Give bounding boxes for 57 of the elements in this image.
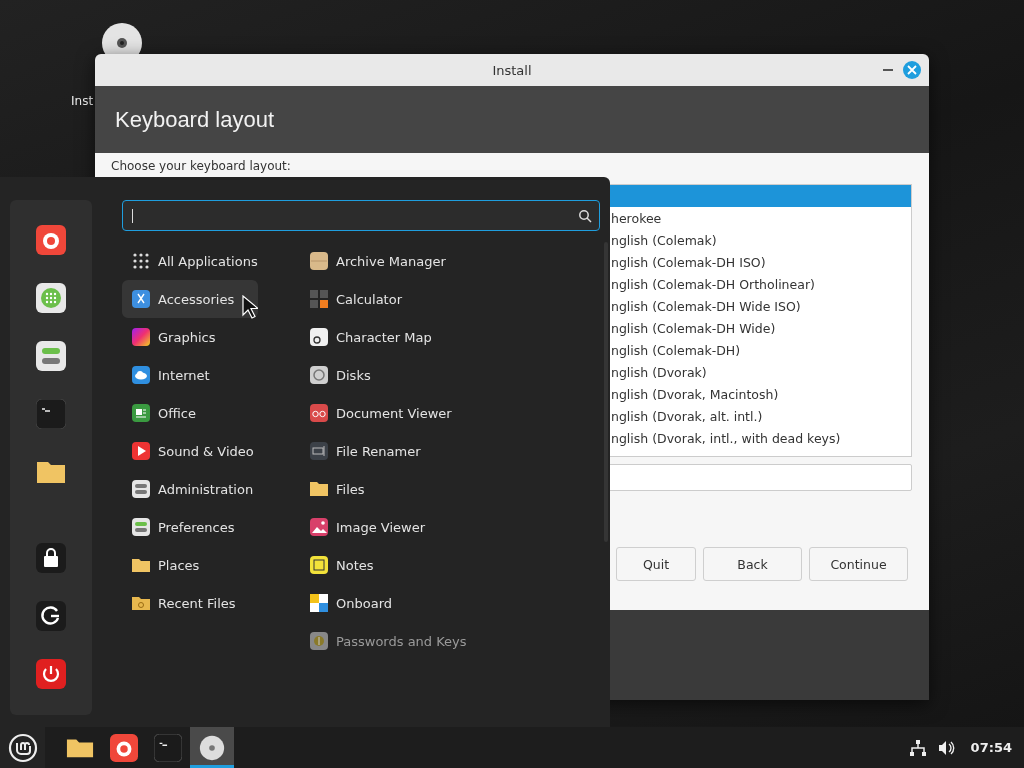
app-item[interactable]: Files xyxy=(300,470,580,508)
restart-icon[interactable] xyxy=(36,601,66,631)
app-item[interactable]: Notes xyxy=(300,546,580,584)
network-icon xyxy=(908,738,927,757)
image-icon xyxy=(309,517,329,537)
app-item[interactable]: Passwords and Keys xyxy=(300,622,580,660)
calculator-icon xyxy=(309,289,329,309)
dialog-button[interactable]: Quit xyxy=(616,547,696,581)
prompt-text: Choose your keyboard layout: xyxy=(111,159,291,173)
close-icon xyxy=(907,65,917,75)
page-heading: Keyboard layout xyxy=(115,106,274,133)
power-icon[interactable] xyxy=(36,659,66,689)
app-item[interactable]: File Renamer xyxy=(300,432,580,470)
lock-icon[interactable] xyxy=(36,543,66,573)
app-item[interactable]: Disks xyxy=(300,356,580,394)
category-item[interactable]: Accessories xyxy=(122,280,258,318)
cloud-icon xyxy=(131,365,151,385)
app-item[interactable]: Calculator xyxy=(300,280,580,318)
category-item[interactable]: Internet xyxy=(122,356,258,394)
note-icon xyxy=(309,555,329,575)
toggle-icon xyxy=(131,517,151,537)
toggle-icon[interactable] xyxy=(36,341,66,371)
category-item[interactable]: Places xyxy=(122,546,258,584)
glasses-icon xyxy=(309,403,329,423)
play-icon xyxy=(131,441,151,461)
terminal-icon xyxy=(154,733,182,762)
category-item[interactable]: All Applications xyxy=(122,242,258,280)
app-item[interactable]: Onboard xyxy=(300,584,580,622)
desktop-icon-label[interactable]: Inst xyxy=(71,94,94,108)
app-item[interactable]: Character Map xyxy=(300,318,580,356)
category-item[interactable]: Recent Files xyxy=(122,584,258,622)
dialog-button[interactable]: Back xyxy=(703,547,802,581)
clock[interactable]: 07:54 xyxy=(970,740,1012,755)
close-button[interactable] xyxy=(903,61,921,79)
category-item[interactable]: Graphics xyxy=(122,318,258,356)
menu-button[interactable] xyxy=(0,727,45,768)
folder-icon xyxy=(309,479,329,499)
pointer-icon xyxy=(242,295,258,319)
document-icon xyxy=(131,403,151,423)
category-item[interactable]: Preferences xyxy=(122,508,258,546)
app-item[interactable]: Image Viewer xyxy=(300,508,580,546)
window-title: Install xyxy=(492,62,532,78)
taskbar-button[interactable] xyxy=(190,727,234,768)
search-icon xyxy=(578,208,592,223)
dial-pad-icon[interactable] xyxy=(36,283,66,313)
disc-icon xyxy=(198,733,226,762)
box-icon xyxy=(309,251,329,271)
category-item[interactable]: Sound & Video xyxy=(122,432,258,470)
category-item[interactable]: Office xyxy=(122,394,258,432)
app-item[interactable]: Document Viewer xyxy=(300,394,580,432)
drawer-icon xyxy=(131,479,151,499)
app-item[interactable]: Archive Manager xyxy=(300,242,580,280)
text-caret xyxy=(132,208,133,223)
dialog-button[interactable]: Continue xyxy=(809,547,908,581)
search-field[interactable] xyxy=(122,200,600,231)
grid-icon xyxy=(131,251,151,271)
category-item[interactable]: Administration xyxy=(122,470,258,508)
